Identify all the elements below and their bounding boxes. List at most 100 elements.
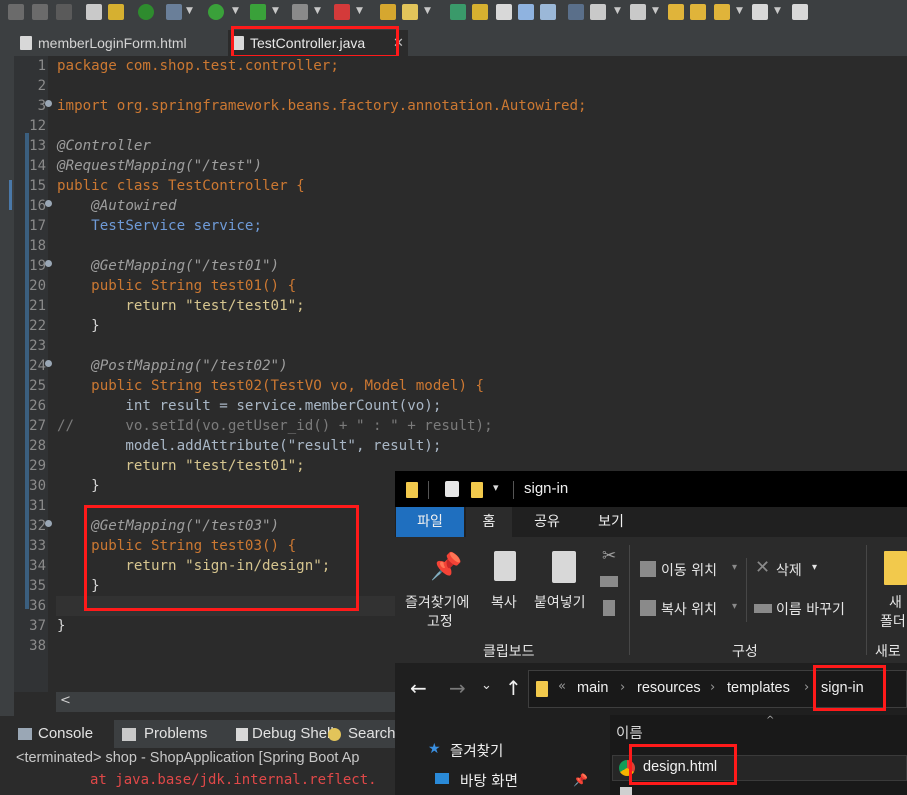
paragraph-icon[interactable] [568,4,584,20]
back-icon[interactable] [714,4,730,20]
redo-icon[interactable] [32,4,48,20]
line-number: 31 [29,498,46,514]
back-history-icon[interactable] [56,4,72,20]
cut-icon[interactable]: ✂ [602,546,616,566]
tab-console[interactable]: Console [14,720,114,748]
breadcrumb-main[interactable]: main [577,680,608,696]
run-config-dropdown-icon[interactable]: ▼ [272,6,279,16]
code-line: model.addAttribute("result", result); [57,438,442,454]
title-divider [428,481,429,499]
task-icon[interactable] [496,4,512,20]
console-error-line: at java.base/jdk.internal.reflect. [90,772,377,788]
pin-icon[interactable] [450,4,466,20]
edit-icon[interactable] [518,4,534,20]
line-number: 14 [29,158,46,174]
breadcrumb-separator-icon[interactable]: › [620,680,625,695]
format-icon[interactable] [108,4,124,20]
toggle-icon[interactable] [138,4,154,20]
prev-annotation-dropdown-icon[interactable]: ▼ [652,6,659,16]
stop-dropdown-icon[interactable]: ▼ [314,6,321,16]
run-config-icon[interactable] [250,4,266,20]
perspective-icon[interactable] [792,4,808,20]
explorer-title-bar: ▾ sign-in [395,471,907,507]
editor-horizontal-scrollbar[interactable]: < [56,692,396,712]
column-header-name[interactable]: 이름 [616,722,643,743]
copy-icon [494,551,516,581]
editor-tab-bar: memberLoginForm.html TestController.java… [14,26,907,56]
forward-icon[interactable] [752,4,768,20]
nav-desktop[interactable]: 바탕 화면 [460,770,518,791]
tab-view[interactable]: 보기 [584,507,638,537]
code-line: package com.shop.test.controller; [57,58,339,74]
quick-access-dropdown-icon[interactable]: ▾ [493,481,499,494]
line-number: 12 [29,118,46,134]
rename-icon [754,604,772,613]
debug-dropdown-icon[interactable]: ▼ [186,6,193,16]
external-tools-icon[interactable] [334,4,350,20]
forward-dropdown-icon[interactable]: ▼ [774,6,781,16]
tab-share[interactable]: 공유 [520,507,574,537]
copy-to-button[interactable]: 복사 위치 ▾ [636,597,742,621]
new-folder-icon[interactable] [471,482,483,498]
line-number: 38 [29,638,46,654]
recent-locations-icon[interactable]: ⌄ [481,678,492,693]
tab-debug-shell[interactable]: Debug Shell [234,720,334,748]
back-arrow-icon[interactable]: ← [410,676,427,700]
code-line: // vo.setId(vo.getUser_id() + " : " + re… [57,418,493,434]
block-icon[interactable] [540,4,556,20]
paste-shortcut-icon[interactable] [603,600,615,616]
forward-arrow-icon[interactable]: → [449,676,466,700]
console-output[interactable]: <terminated> shop - ShopApplication [Spr… [14,748,395,795]
tab-problems[interactable]: Problems [122,720,222,748]
tab-home[interactable]: 홈 [466,507,512,537]
breadcrumb-separator-icon[interactable]: › [804,680,809,695]
brush-icon[interactable] [402,4,418,20]
tab-search[interactable]: Search [328,720,396,748]
whitespace-icon[interactable] [590,4,606,20]
breadcrumb-templates[interactable]: templates [727,680,790,696]
scroll-left-icon[interactable]: < [60,693,71,708]
next-annotation-icon[interactable] [630,4,646,20]
rename-button[interactable]: 이름 바꾸기 [752,597,862,621]
debug-icon[interactable] [166,4,182,20]
search-icon [328,728,341,741]
undo-icon[interactable] [8,4,24,20]
tab-member-login-form[interactable]: memberLoginForm.html [14,30,224,56]
pencil-icon[interactable] [472,4,488,20]
next-annotation-dropdown-icon[interactable]: ▼ [614,6,621,16]
breadcrumb-resources[interactable]: resources [637,680,701,696]
brush-dropdown-icon[interactable]: ▼ [424,6,431,16]
fold-marker-icon[interactable] [45,260,52,267]
copy-path-icon[interactable] [600,576,618,587]
prev-edit-icon[interactable] [668,4,684,20]
debug-shell-icon [236,728,248,741]
copy-to-dropdown-icon: ▾ [732,601,738,612]
navigation-scrollbar[interactable] [593,715,609,795]
tab-file[interactable]: 파일 [396,507,464,537]
copy-button[interactable] [486,545,526,635]
address-overflow[interactable]: « [558,679,566,694]
properties-icon[interactable] [445,481,459,497]
up-arrow-icon[interactable]: ↑ [505,676,522,700]
run-icon[interactable] [208,4,224,20]
delete-button[interactable]: ✕ 삭제 ▾ [752,557,822,582]
folder-icon [406,482,418,498]
open-folder-icon[interactable] [380,4,396,20]
next-edit-icon[interactable] [690,4,706,20]
fold-marker-icon[interactable] [45,200,52,207]
fold-marker-icon[interactable] [45,100,52,107]
nav-favorites[interactable]: 즐겨찾기 [450,740,503,761]
breadcrumb-separator-icon[interactable]: › [710,680,715,695]
stop-icon[interactable] [292,4,308,20]
paste-button[interactable] [532,545,594,635]
run-dropdown-icon[interactable]: ▼ [232,6,239,16]
move-to-button[interactable]: 이동 위치 ▾ [636,558,742,582]
paste-icon [552,551,576,583]
fold-marker-icon[interactable] [45,360,52,367]
outline-icon[interactable] [86,4,102,20]
external-tools-dropdown-icon[interactable]: ▼ [356,6,363,16]
move-to-dropdown-icon: ▾ [732,562,738,573]
new-folder-large-icon [884,551,907,585]
back-dropdown-icon[interactable]: ▼ [736,6,743,16]
fold-marker-icon[interactable] [45,520,52,527]
